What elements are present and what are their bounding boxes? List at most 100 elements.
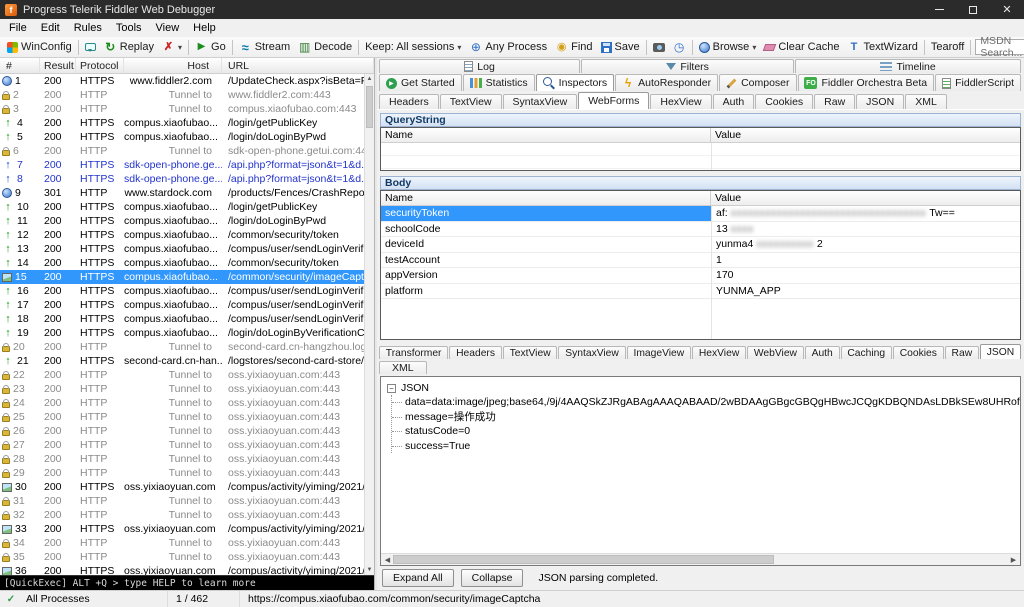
scroll-up-icon[interactable]: ▲ xyxy=(365,74,374,84)
menu-item-edit[interactable]: Edit xyxy=(34,21,67,35)
column-header-value[interactable]: Value xyxy=(711,128,1020,142)
session-row[interactable]: 25 200 HTTP Tunnel to oss.yixiaoyuan.com:443 xyxy=(0,410,374,424)
tab-json[interactable]: JSON xyxy=(856,94,905,109)
menu-item-rules[interactable]: Rules xyxy=(67,21,109,35)
tab-headers[interactable]: Headers xyxy=(449,346,502,359)
stream-button[interactable]: Stream xyxy=(235,38,294,56)
collapse-toggle-icon[interactable]: − xyxy=(387,383,396,393)
tab-filters[interactable]: Filters xyxy=(581,59,795,73)
session-row[interactable]: 12 200 HTTPS compus.xiaofubao... /common/sec… xyxy=(0,228,374,242)
tab-composer[interactable]: Composer xyxy=(719,74,797,91)
session-row[interactable]: 35 200 HTTP Tunnel to oss.yixiaoyuan.com:443 xyxy=(0,550,374,564)
decode-button[interactable]: Decode xyxy=(294,38,356,56)
menu-item-view[interactable]: View xyxy=(149,21,187,35)
collapse-button[interactable]: Collapse xyxy=(460,569,524,587)
timer-button[interactable] xyxy=(669,38,690,56)
session-row[interactable]: 17 200 HTTPS compus.xiaofubao... /compus/use… xyxy=(0,298,374,312)
session-row[interactable]: 28 200 HTTP Tunnel to oss.yixiaoyuan.com:443 xyxy=(0,452,374,466)
tab-headers[interactable]: Headers xyxy=(379,94,439,109)
session-row[interactable]: 34 200 HTTP Tunnel to oss.yixiaoyuan.com:443 xyxy=(0,536,374,550)
save-button[interactable]: Save xyxy=(597,38,644,56)
session-row[interactable]: 16 200 HTTPS compus.xiaofubao... /compus/use… xyxy=(0,284,374,298)
session-row[interactable]: 8 200 HTTPS sdk-open-phone.ge... /api.php?fo… xyxy=(0,172,374,186)
json-hscrollbar[interactable]: ◀ ▶ xyxy=(381,553,1020,565)
comment-button[interactable] xyxy=(81,38,100,56)
scroll-left-icon[interactable]: ◀ xyxy=(382,556,393,564)
tab-get-started[interactable]: Get Started xyxy=(379,74,462,91)
tab-imageview[interactable]: ImageView xyxy=(626,346,692,359)
body-row[interactable]: appVersion 170 xyxy=(381,268,1020,284)
body-row[interactable]: platform YUNMA_APP xyxy=(381,284,1020,299)
json-root-node[interactable]: − JSON xyxy=(381,377,1020,394)
session-row[interactable]: 13 200 HTTPS compus.xiaofubao... /compus/use… xyxy=(0,242,374,256)
menu-item-file[interactable]: File xyxy=(2,21,34,35)
session-row[interactable]: 1 200 HTTPS www.fiddler2.com/UpdateCheck.as… xyxy=(0,74,374,88)
minimize-button[interactable] xyxy=(922,0,956,19)
column-header-result[interactable]: Result xyxy=(40,58,76,73)
session-row[interactable]: 4 200 HTTPS compus.xiaofubao... /login/getPu… xyxy=(0,116,374,130)
tab-autoresponder[interactable]: AutoResponder xyxy=(615,74,719,91)
tab-textview[interactable]: TextView xyxy=(439,94,502,109)
json-tree-item[interactable]: statusCode=0 xyxy=(392,424,1020,439)
tab-webview[interactable]: WebView xyxy=(747,346,804,359)
tab-caching[interactable]: Caching xyxy=(840,346,892,359)
session-row[interactable]: 21 200 HTTPS second-card.cn-han... /logstore… xyxy=(0,354,374,368)
tab-xml[interactable]: XML xyxy=(379,361,427,374)
tab-cookies[interactable]: Cookies xyxy=(892,346,944,359)
tab-textview[interactable]: TextView xyxy=(502,346,558,359)
session-row[interactable]: 33 200 HTTPS oss.yixiaoyuan.com/compus/acti… xyxy=(0,522,374,536)
scroll-thumb[interactable] xyxy=(366,86,373,128)
tab-raw[interactable]: Raw xyxy=(814,94,856,109)
tab-raw[interactable]: Raw xyxy=(944,346,979,359)
screenshot-button[interactable] xyxy=(649,38,669,56)
session-row[interactable]: 29 200 HTTP Tunnel to oss.yixiaoyuan.com:443 xyxy=(0,466,374,480)
column-header-name[interactable]: Name xyxy=(381,191,711,205)
session-row[interactable]: 15 200 HTTPS compus.xiaofubao... /common/sec… xyxy=(0,270,374,284)
body-row[interactable]: schoolCode 13 xxxx xyxy=(381,222,1020,237)
session-row[interactable]: 20 200 HTTP Tunnel to second-card.cn-hangzho… xyxy=(0,340,374,354)
scroll-down-icon[interactable]: ▼ xyxy=(365,565,374,575)
replay-button[interactable]: Replay xyxy=(100,38,158,56)
tab-timeline[interactable]: Timeline xyxy=(795,59,1022,73)
tab-json[interactable]: JSON xyxy=(979,344,1021,359)
tab-auth[interactable]: Auth xyxy=(712,94,755,109)
tab-xml[interactable]: XML xyxy=(905,94,947,109)
session-row[interactable]: 23 200 HTTP Tunnel to oss.yixiaoyuan.com:443 xyxy=(0,382,374,396)
column-header-url[interactable]: URL xyxy=(222,58,374,73)
session-row[interactable]: 7 200 HTTPS sdk-open-phone.ge... /api.php?fo… xyxy=(0,158,374,172)
tab-hexview[interactable]: HexView xyxy=(650,94,712,109)
body-row[interactable]: securityToken af: xxxxxxxxxxxxxxxxxxxxxxxx… xyxy=(381,206,1020,222)
session-row[interactable]: 6 200 HTTP Tunnel to sdk-open-phone.getui.co… xyxy=(0,144,374,158)
session-list-scrollbar[interactable]: ▲ ▼ xyxy=(364,74,374,575)
expand-all-button[interactable]: Expand All xyxy=(382,569,454,587)
tab-webforms[interactable]: WebForms xyxy=(578,92,650,109)
find-button[interactable]: Find xyxy=(551,38,596,56)
column-header-host[interactable]: Host xyxy=(124,58,222,73)
scroll-track[interactable] xyxy=(393,555,1008,564)
body-row[interactable]: testAccount 1 xyxy=(381,253,1020,268)
scroll-thumb[interactable] xyxy=(393,555,775,564)
clear-sessions-button[interactable]: ▾ xyxy=(158,38,186,56)
column-header-name[interactable]: Name xyxy=(381,128,711,142)
tab-log[interactable]: Log xyxy=(379,59,581,73)
session-row[interactable]: 11 200 HTTPS compus.xiaofubao... /login/doLo… xyxy=(0,214,374,228)
process-filter[interactable]: All Processes xyxy=(18,591,168,607)
tab-statistics[interactable]: Statistics xyxy=(462,74,535,91)
clear-cache-button[interactable]: Clear Cache xyxy=(760,38,843,56)
json-tree-item[interactable]: success=True xyxy=(392,439,1020,454)
go-button[interactable]: Go xyxy=(191,38,230,56)
session-row[interactable]: 9 301 HTTP www.stardock.com/products/Fences… xyxy=(0,186,374,200)
session-row[interactable]: 27 200 HTTP Tunnel to oss.yixiaoyuan.com:443 xyxy=(0,438,374,452)
session-row[interactable]: 14 200 HTTPS compus.xiaofubao... /common/sec… xyxy=(0,256,374,270)
session-row[interactable]: 36 200 HTTPS oss.yixiaoyuan.com/compus/acti… xyxy=(0,564,374,575)
json-tree-item[interactable]: message=操作成功 xyxy=(392,410,1020,425)
any-process-button[interactable]: Any Process xyxy=(465,38,551,56)
maximize-button[interactable] xyxy=(956,0,990,19)
tab-syntaxview[interactable]: SyntaxView xyxy=(558,346,626,359)
column-header-protocol[interactable]: Protocol xyxy=(76,58,124,73)
column-header-value[interactable]: Value xyxy=(711,191,1020,205)
session-row[interactable]: 10 200 HTTPS compus.xiaofubao... /login/getP… xyxy=(0,200,374,214)
textwizard-button[interactable]: TextWizard xyxy=(843,38,921,56)
tab-transformer[interactable]: Transformer xyxy=(379,346,449,359)
tab-syntaxview[interactable]: SyntaxView xyxy=(502,94,578,109)
